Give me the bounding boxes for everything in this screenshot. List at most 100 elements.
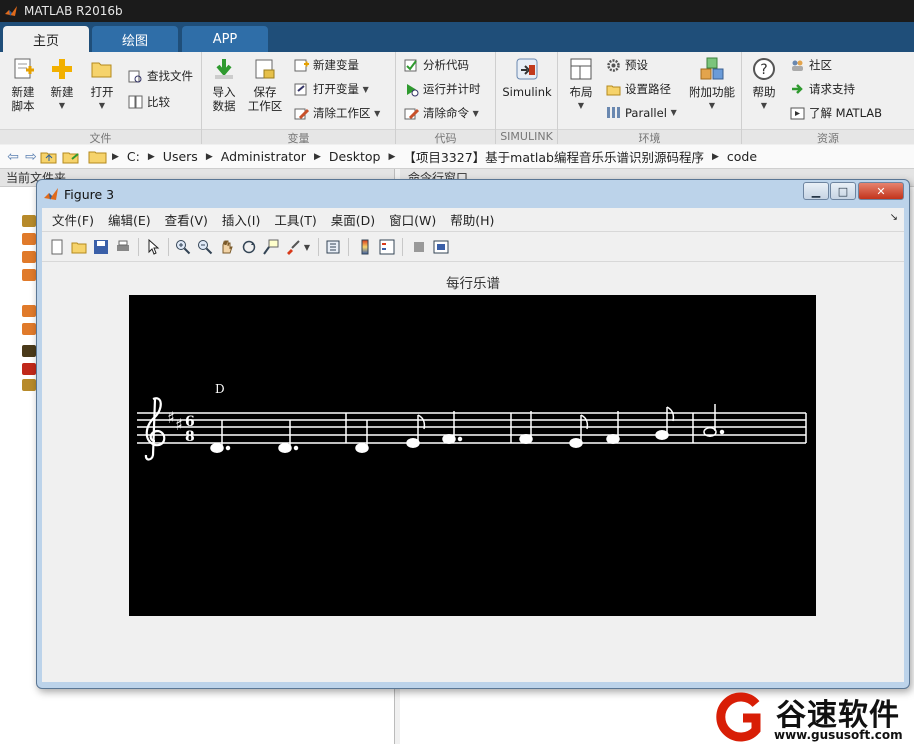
figure-canvas: 每行乐谱 ♯ ♯ 6 8 D — [42, 262, 904, 682]
breadcrumb-desktop[interactable]: Desktop — [329, 149, 381, 164]
analyze-code-button[interactable]: 分析代码 — [404, 57, 469, 73]
open-button[interactable]: 打开 ▼ — [86, 56, 118, 113]
treble-clef-icon — [144, 397, 166, 461]
group-simulink: Simulink SIMULINK — [496, 52, 558, 144]
zoom-out-icon[interactable] — [196, 238, 214, 256]
menu-tools[interactable]: 工具(T) — [274, 210, 316, 229]
parallel-label: Parallel — [625, 105, 667, 120]
addons-label: 附加功能 — [689, 85, 735, 99]
menu-window[interactable]: 窗口(W) — [389, 210, 436, 229]
addons-button[interactable]: 附加功能 ▼ — [686, 56, 738, 113]
chevron-down-icon: ▼ — [98, 101, 106, 110]
file-icon[interactable] — [22, 215, 36, 227]
new-figure-icon[interactable] — [48, 238, 66, 256]
tab-home[interactable]: 主页 — [3, 26, 89, 52]
breadcrumb-project[interactable]: 【项目3327】基于matlab编程音乐乐谱识别源码程序 — [403, 147, 704, 166]
menu-help[interactable]: 帮助(H) — [450, 210, 494, 229]
maximize-button[interactable]: □ — [830, 182, 856, 200]
help-button[interactable]: ? 帮助 ▼ — [748, 56, 780, 113]
tab-plots[interactable]: 绘图 — [92, 26, 178, 52]
community-button[interactable]: 社区 — [790, 57, 832, 73]
matlab-logo-icon — [44, 188, 58, 200]
request-support-button[interactable]: 请求支持 — [790, 81, 855, 97]
rotate-3d-icon[interactable] — [240, 238, 258, 256]
score-image: ♯ ♯ 6 8 D — [129, 295, 816, 616]
svg-text:6: 6 — [185, 414, 195, 430]
toolbar-separator — [348, 238, 349, 256]
pointer-icon[interactable] — [144, 238, 162, 256]
print-icon[interactable] — [114, 238, 132, 256]
new-script-button[interactable]: 新建 脚本 — [6, 56, 40, 113]
compare-button[interactable]: 比较 — [128, 94, 170, 110]
up-folder-icon[interactable] — [40, 149, 58, 165]
file-icon[interactable] — [22, 251, 36, 263]
back-arrow-icon[interactable]: ⇦ — [4, 149, 22, 165]
data-cursor-icon[interactable] — [262, 238, 280, 256]
chevron-down-icon: ▼ — [670, 108, 677, 117]
open-variable-label: 打开变量 — [313, 82, 359, 96]
open-icon[interactable] — [70, 238, 88, 256]
brush-dropdown-icon[interactable]: ▼ — [302, 238, 312, 256]
preferences-button[interactable]: 预设 — [606, 57, 648, 73]
hide-plot-tools-icon[interactable] — [410, 238, 428, 256]
file-icon[interactable] — [22, 305, 36, 317]
open-variable-button[interactable]: 打开变量 ▼ — [294, 81, 369, 97]
simulink-icon — [516, 58, 538, 80]
file-icon[interactable] — [22, 345, 36, 357]
breadcrumb-administrator[interactable]: Administrator — [221, 149, 306, 164]
pan-hand-icon[interactable] — [218, 238, 236, 256]
set-path-button[interactable]: 设置路径 — [606, 81, 671, 97]
new-label: 新建 — [50, 85, 74, 99]
save-workspace-button[interactable]: 保存 工作区 — [246, 56, 284, 113]
preferences-label: 预设 — [625, 58, 648, 72]
forward-arrow-icon[interactable]: ⇨ — [22, 149, 40, 165]
menu-file[interactable]: 文件(F) — [52, 210, 94, 229]
file-icon[interactable] — [22, 379, 36, 391]
file-icon[interactable] — [22, 363, 36, 375]
show-plot-tools-icon[interactable] — [432, 238, 450, 256]
chevron-down-icon: ▼ — [472, 108, 479, 118]
watermark-g-logo — [716, 692, 761, 742]
brush-icon[interactable] — [284, 238, 302, 256]
menu-overflow-icon[interactable]: ↘ — [890, 212, 898, 223]
legend-icon[interactable] — [378, 238, 396, 256]
new-button[interactable]: 新建 ▼ — [46, 56, 78, 113]
import-data-icon — [215, 59, 233, 79]
menu-view[interactable]: 查看(V) — [165, 210, 208, 229]
colorbar-icon[interactable] — [356, 238, 374, 256]
gear-icon — [607, 58, 620, 72]
menu-edit[interactable]: 编辑(E) — [108, 210, 151, 229]
browse-folder-icon[interactable] — [62, 149, 82, 165]
minimize-icon: ▁ — [811, 184, 821, 198]
find-files-icon — [128, 70, 142, 82]
save-workspace-icon — [255, 59, 275, 79]
import-data-button[interactable]: 导入 数据 — [206, 56, 242, 113]
simulink-button[interactable]: Simulink — [500, 56, 554, 99]
save-icon[interactable] — [92, 238, 110, 256]
parallel-button[interactable]: Parallel ▼ — [606, 105, 677, 120]
learn-matlab-button[interactable]: 了解 MATLAB — [790, 105, 882, 121]
file-icon[interactable] — [22, 269, 36, 281]
new-variable-button[interactable]: 新建变量 — [294, 57, 359, 73]
link-plot-icon[interactable] — [324, 238, 342, 256]
file-icon[interactable] — [22, 323, 36, 335]
open-folder-icon — [91, 62, 112, 78]
menu-insert[interactable]: 插入(I) — [222, 210, 260, 229]
group-label-code: 代码 — [396, 129, 495, 145]
breadcrumb-code[interactable]: code — [727, 149, 757, 164]
file-icon[interactable] — [22, 233, 36, 245]
find-files-button[interactable]: 查找文件 — [128, 68, 193, 84]
run-and-time-button[interactable]: 运行并计时 — [404, 81, 481, 97]
clear-commands-button[interactable]: 清除命令 ▼ — [404, 105, 479, 121]
close-button[interactable]: ✕ — [858, 182, 904, 200]
clear-workspace-button[interactable]: 清除工作区 ▼ — [294, 105, 380, 121]
zoom-in-icon[interactable] — [174, 238, 192, 256]
group-label-file: 文件 — [0, 129, 201, 145]
menu-desktop[interactable]: 桌面(D) — [331, 210, 375, 229]
layout-button[interactable]: 布局 ▼ — [564, 56, 598, 113]
tab-apps[interactable]: APP — [182, 26, 268, 52]
group-code: 分析代码 运行并计时 清除命令 ▼ 代码 — [396, 52, 496, 145]
minimize-button[interactable]: ▁ — [803, 182, 829, 200]
breadcrumb-drive[interactable]: C: — [127, 149, 140, 164]
breadcrumb-users[interactable]: Users — [163, 149, 198, 164]
